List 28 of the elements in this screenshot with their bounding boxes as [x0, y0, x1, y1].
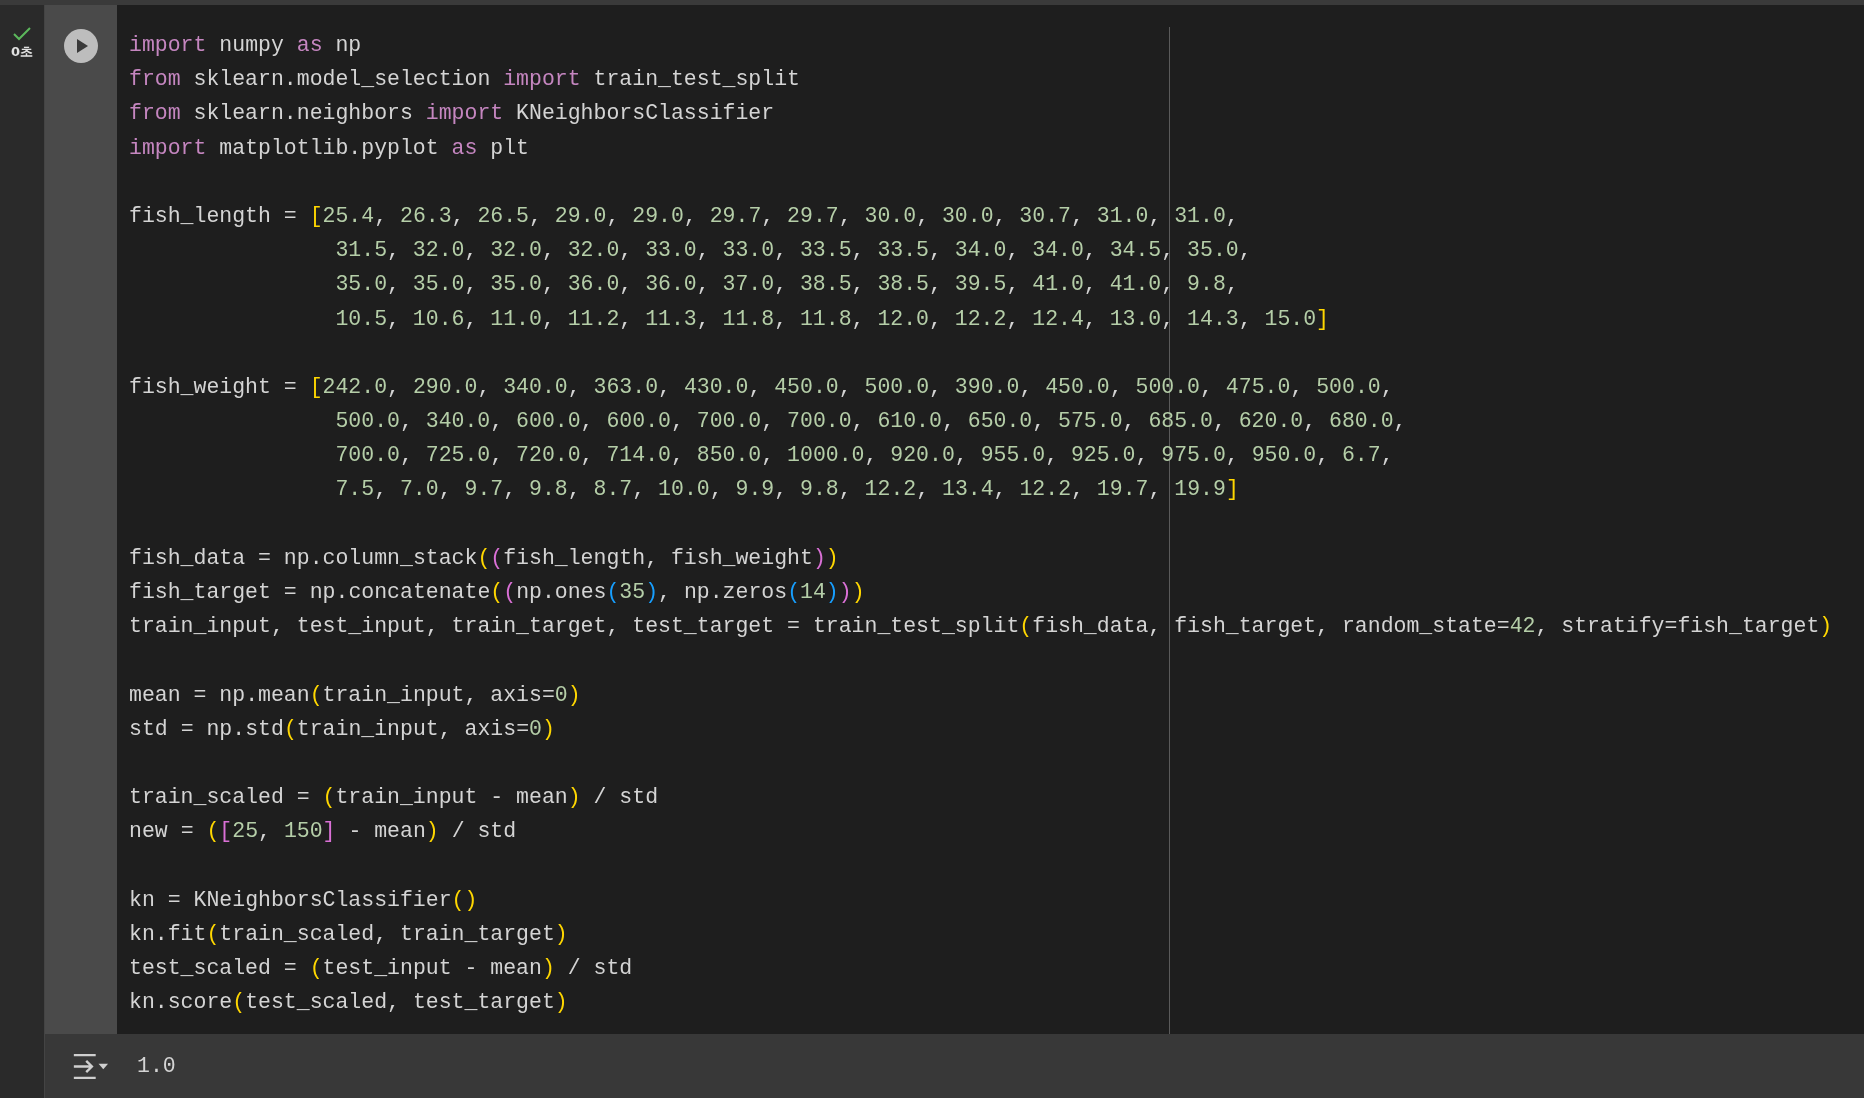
run-button[interactable] — [64, 29, 98, 63]
code-line: 700.0, 725.0, 720.0, 714.0, 850.0, 1000.0, 920.0, 955.0, 925.0, 975.0, 950.0, 6.7, — [334, 442, 1394, 470]
code-line: train_scaled = (train_input - mean) / std — [129, 784, 659, 812]
output-text: 1.0 — [137, 1054, 176, 1078]
code-line: fish_target = np.concatenate((np.ones(35), np.zeros(14))) — [129, 579, 865, 606]
code-line: std = np.std(train_input, axis=0) — [129, 715, 555, 743]
code-line: 31.5, 32.0, 32.0, 32.0, 33.0, 33.0, 33.5, 33.5, 34.0, 34.0, 34.5, 35.0, — [334, 237, 1252, 265]
execution-time: 0초 — [10, 43, 33, 61]
code-line: test_scaled = (test_input - mean) / std — [129, 955, 633, 983]
code-line: mean = np.mean(train_input, axis=0) — [129, 681, 581, 709]
code-line: import matplotlib.pyplot as plt — [129, 134, 530, 162]
code-line: fish_length = [25.4, 26.3, 26.5, 29.0, 29.0, 29.7, 29.7, 30.0, 30.0, 30.7, 31.0, 31.0, — [129, 202, 1239, 230]
code-line: kn.score(test_scaled, test_target) — [129, 989, 568, 1017]
code-line: import numpy as np — [129, 32, 362, 59]
code-line: 10.5, 10.6, 11.0, 11.2, 11.3, 11.8, 11.8, 12.0, 12.2, 12.4, 13.0, 14.3, 15.0] — [334, 305, 1329, 333]
code-line: kn = KNeighborsClassifier() — [129, 886, 478, 914]
code-line: 35.0, 35.0, 35.0, 36.0, 36.0, 37.0, 38.5, 38.5, 39.5, 41.0, 41.0, 9.8, — [334, 271, 1239, 299]
code-line: from sklearn.neighbors import KNeighborsClassifier — [129, 100, 775, 128]
code-line: 7.5, 7.0, 9.7, 9.8, 8.7, 10.0, 9.9, 9.8, 12.2, 13.4, 12.2, 19.7, 19.9] — [334, 476, 1239, 504]
code-line: new = ([25, 150] - mean) / std — [129, 818, 517, 846]
code-editor[interactable] — [117, 5, 1864, 1034]
code-line: from sklearn.model_selection import train_test_split — [129, 66, 800, 94]
code-line: kn.fit(train_scaled, train_target) — [129, 920, 568, 948]
code-line: 500.0, 340.0, 600.0, 600.0, 700.0, 700.0, 610.0, 650.0, 575.0, 685.0, 620.0, 680.0, — [334, 408, 1407, 436]
code-line: fish_data = np.column_stack((fish_length, fish_weight)) — [129, 544, 839, 572]
code-line: fish_weight = [242.0, 290.0, 340.0, 363.0, 430.0, 450.0, 500.0, 390.0, 450.0, 500.0, 475.0, 500.0, — [129, 373, 1394, 401]
output-toggle-icon[interactable] — [71, 1051, 109, 1081]
code-line: train_input, test_input, train_target, test_target = train_test_split(fish_data, fish_target, random_state=42, stratify=fish_target) — [129, 613, 1833, 641]
